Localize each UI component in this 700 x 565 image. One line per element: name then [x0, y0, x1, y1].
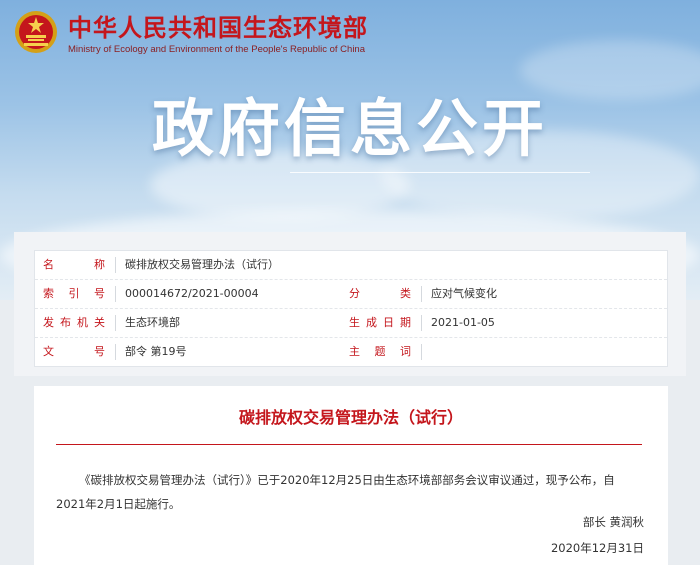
issuer-label: 发布机关	[43, 316, 105, 329]
docno-value: 部令 第19号	[125, 345, 187, 358]
meta-row-index: 索 引 号 000014672/2021-00004 分 类 应对气候变化	[35, 280, 667, 309]
meta-info-table: 名 称 碳排放权交易管理办法（试行） 索 引 号 000014672/2021-…	[34, 250, 668, 367]
meta-row-docno: 文 号 部令 第19号 主 题 词	[35, 338, 667, 366]
docno-label: 文 号	[43, 345, 105, 358]
category-label: 分 类	[349, 287, 411, 300]
date-value: 2021-01-05	[431, 316, 495, 329]
banner-title: 政府信息公开	[151, 92, 548, 165]
index-label: 索 引 号	[43, 287, 105, 300]
category-value: 应对气候变化	[431, 287, 497, 300]
divider	[115, 344, 116, 360]
divider	[421, 344, 422, 360]
meta-row-issuer: 发布机关 生态环境部 生成日期 2021-01-05	[35, 309, 667, 338]
title-divider	[56, 444, 642, 445]
issuer-value: 生态环境部	[125, 316, 180, 329]
name-value: 碳排放权交易管理办法（试行）	[125, 258, 279, 271]
article-body: 《碳排放权交易管理办法（试行）》已于2020年12月25日由生态环境部部务会议审…	[56, 473, 615, 511]
divider	[421, 286, 422, 302]
name-label: 名 称	[43, 258, 105, 271]
cloud-decoration	[520, 40, 700, 100]
subject-label: 主 题 词	[349, 345, 411, 358]
divider	[421, 315, 422, 331]
article-date: 2020年12月31日	[550, 541, 644, 555]
site-name[interactable]: 中华人民共和国生态环境部	[68, 14, 368, 42]
article-title: 碳排放权交易管理办法（试行）	[238, 408, 463, 427]
banner-underline	[290, 172, 590, 173]
national-emblem-icon[interactable]	[14, 10, 58, 54]
site-name-english: Ministry of Ecology and Environment of t…	[68, 44, 366, 55]
article-content: 碳排放权交易管理办法（试行） 《碳排放权交易管理办法（试行）》已于2020年12…	[34, 386, 668, 565]
meta-row-name: 名 称 碳排放权交易管理办法（试行）	[35, 251, 667, 280]
divider	[115, 257, 116, 273]
index-value: 000014672/2021-00004	[125, 287, 259, 300]
date-label: 生成日期	[349, 316, 411, 329]
divider	[115, 286, 116, 302]
article-signer: 部长 黄润秋	[582, 515, 644, 529]
divider	[115, 315, 116, 331]
